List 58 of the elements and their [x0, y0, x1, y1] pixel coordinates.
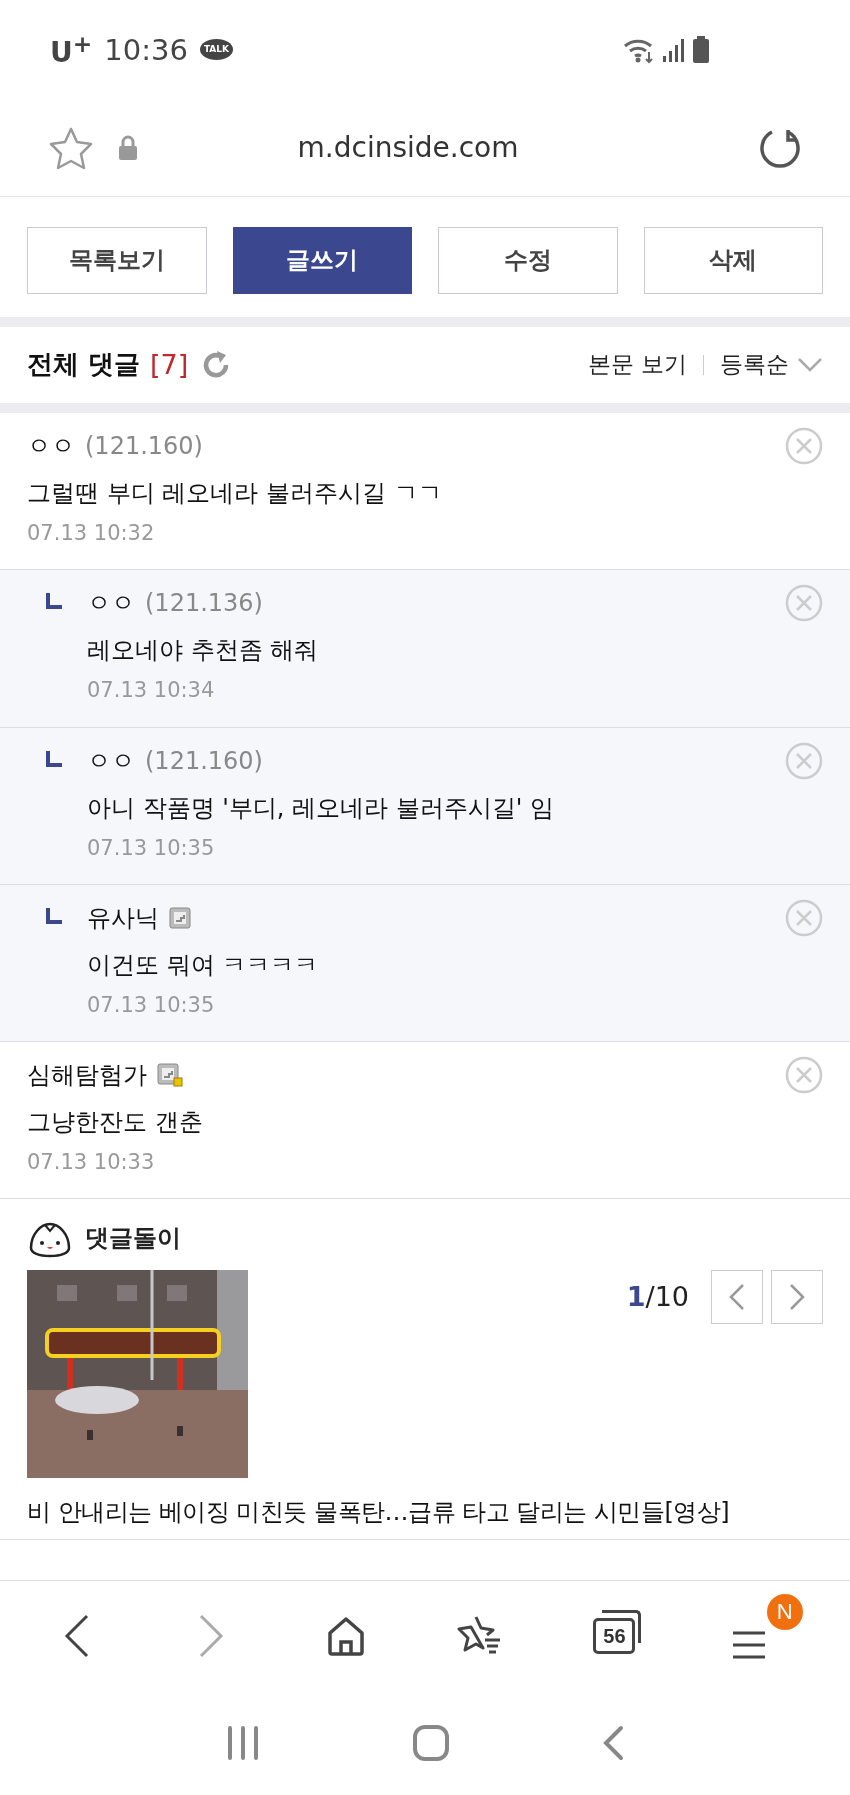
author-ip: (121.160) [145, 746, 263, 775]
comment-text: 그럴땐 부디 레오네라 불러주시길 ㄱㄱ [27, 478, 443, 510]
comment-date: 07.13 10:35 [87, 834, 216, 862]
comment-author: 유사닉 [87, 902, 159, 934]
comment-author: ㅇㅇ [87, 745, 135, 777]
comment-count: [7] [150, 349, 189, 381]
action-button[interactable]: 목록보기 [27, 226, 207, 294]
comment-author: ㅇㅇ [27, 431, 75, 463]
author-ip: (121.160) [85, 432, 203, 461]
next-button[interactable] [771, 1270, 823, 1325]
chevron-right-icon [198, 1613, 225, 1658]
comment-date: 07.13 10:32 [27, 520, 156, 548]
delete-icon[interactable] [785, 1056, 823, 1095]
page-indicator: 1/10 [626, 1280, 689, 1315]
view-post-link[interactable]: 본문 보기 [587, 349, 687, 381]
previous-button[interactable] [711, 1270, 763, 1325]
comment-text: 그냥한잔도 갠춘 [27, 1107, 204, 1139]
news-headline[interactable]: 비 안내리는 베이징 미친듯 물폭탄…급류 타고 달리는 시민들[영상] [27, 1494, 823, 1531]
comment-date: 07.13 10:34 [87, 677, 216, 705]
signal-icon [662, 36, 686, 63]
back-icon[interactable] [602, 1724, 624, 1761]
comment-date: 07.13 10:35 [87, 991, 216, 1019]
user-level-icon [157, 1063, 183, 1088]
comment-text: 아니 작품명 '부디, 레오네라 불러주시길' 임 [87, 792, 555, 824]
comment-text: 이건또 뭐여 ㅋㅋㅋㅋ [87, 949, 320, 981]
notification-badge: N [766, 1593, 803, 1630]
chevron-left-icon [64, 1613, 91, 1658]
home-icon[interactable] [412, 1723, 450, 1762]
comment-author: ㅇㅇ [87, 588, 135, 620]
star-icon[interactable] [48, 125, 94, 170]
chevron-down-icon [797, 357, 823, 373]
comment-text: 레오네야 추천좀 해줘 [87, 635, 320, 667]
action-button[interactable]: 삭제 [643, 226, 823, 294]
lock-icon [118, 134, 138, 161]
sort-dropdown[interactable]: 등록순 [720, 349, 823, 381]
action-button[interactable]: 글쓰기 [232, 226, 412, 294]
battery-icon [692, 35, 710, 64]
chevron-right-icon [789, 1283, 805, 1312]
delete-icon[interactable] [785, 741, 823, 780]
delete-icon[interactable] [785, 898, 823, 937]
comments-title: 전체 댓글 [27, 348, 141, 382]
section-title: 댓글돌이 [85, 1223, 181, 1255]
delete-icon[interactable] [785, 427, 823, 466]
home-icon [325, 1615, 366, 1656]
carrier-name: U$^{+}$ [50, 30, 93, 70]
comment-date: 07.13 10:33 [27, 1149, 156, 1177]
tabs-button[interactable]: 56 [584, 1605, 645, 1666]
chevron-left-icon [729, 1283, 745, 1312]
url-text[interactable]: m.dcinside.com [138, 131, 758, 165]
menu-icon [730, 1629, 767, 1660]
author-ip: (121.136) [145, 589, 263, 618]
action-button[interactable]: 수정 [438, 226, 618, 294]
delete-icon[interactable] [785, 584, 823, 623]
recent-apps-icon[interactable] [226, 1725, 260, 1760]
clock: 10:36 [104, 32, 188, 67]
user-level-icon [169, 906, 191, 929]
comment-author: 심해탐험가 [27, 1060, 147, 1092]
chat-notification-badge: TALK [199, 39, 233, 61]
